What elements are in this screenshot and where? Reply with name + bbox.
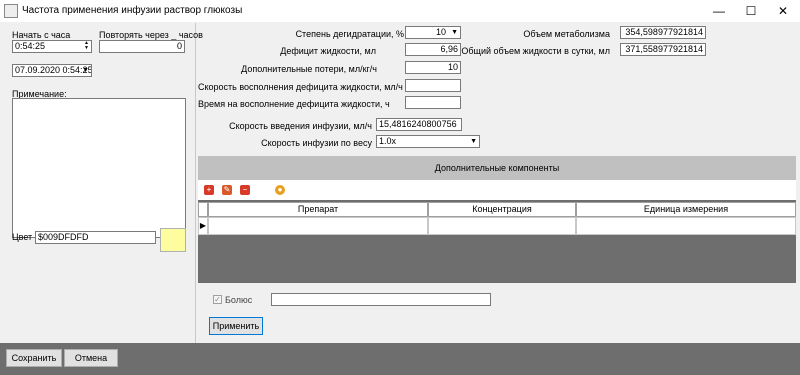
infusion-rate-label: Скорость введения инфузии, мл/ч <box>229 121 372 131</box>
repeat-hours-input[interactable]: 0 <box>99 40 185 53</box>
components-grid: Препарат Концентрация Единица измерения … <box>198 200 796 283</box>
deficit-rate-label: Скорость восполнения дефицита жидкости, … <box>198 82 403 92</box>
grid-cell-concentration[interactable] <box>428 217 576 235</box>
close-button[interactable]: ✕ <box>767 0 799 22</box>
window-title: Частота применения инфузии раствор глюко… <box>22 5 243 16</box>
dehydration-value: 10 <box>435 27 446 37</box>
minimize-button[interactable]: — <box>703 0 735 22</box>
fluid-deficit-field[interactable]: 6,96 <box>405 43 461 56</box>
bottom-bar: Сохранить Отмена <box>0 343 800 375</box>
refresh-icon[interactable]: ● <box>275 185 285 195</box>
edit-icon[interactable]: ✎ <box>222 185 232 195</box>
column-header-unit[interactable]: Единица измерения <box>576 202 796 217</box>
color-input[interactable]: $009DFDFD <box>35 231 156 244</box>
apply-button[interactable]: Применить <box>209 317 263 335</box>
extra-losses-label: Дополнительные потери, мл/кг/ч <box>241 64 377 74</box>
repeat-hours-label: Повторять через _ часов <box>99 30 203 40</box>
column-header-concentration[interactable]: Концентрация <box>428 202 576 217</box>
dehydration-label: Степень дегидратации, % <box>295 29 404 39</box>
column-header-drug[interactable]: Препарат <box>208 202 428 217</box>
infusion-rate-field[interactable]: 15,4816240800756 <box>376 118 462 131</box>
weight-rate-value: 1.0x <box>379 136 397 146</box>
add-icon[interactable]: + <box>204 185 214 195</box>
metabolism-label: Объем метаболизма <box>523 29 610 39</box>
start-hour-input[interactable]: 0:54:25 ▲ ▼ <box>12 40 92 53</box>
fluid-deficit-label: Дефицит жидкости, мл <box>280 46 376 56</box>
bolus-checkbox[interactable]: ✓ <box>213 295 222 304</box>
deficit-time-label: Время на восполнение дефицита жидкости, … <box>198 99 390 109</box>
right-panel: Степень дегидратации, % 10 ▼ Объем метаб… <box>198 23 796 343</box>
grid-corner-header <box>198 202 208 217</box>
extra-losses-field[interactable]: 10 <box>405 61 461 74</box>
deficit-rate-field[interactable] <box>405 79 461 92</box>
chevron-down-icon: ▼ <box>470 138 477 145</box>
deficit-time-field[interactable] <box>405 96 461 109</box>
total-volume-field: 371,558977921814 <box>620 43 706 56</box>
title-bar: Частота применения инфузии раствор глюко… <box>0 0 800 22</box>
weight-rate-label: Скорость инфузии по весу <box>261 138 372 148</box>
datetime-value: 07.09.2020 0:54:25 <box>15 65 92 75</box>
start-hour-label: Начать с часа <box>12 30 71 40</box>
bolus-label: Болюс <box>225 295 253 305</box>
color-swatch[interactable] <box>160 228 186 252</box>
maximize-button[interactable]: ☐ <box>735 0 767 22</box>
components-header: Дополнительные компоненты <box>198 156 796 180</box>
grid-cell-unit[interactable] <box>576 217 796 235</box>
weight-rate-select[interactable]: 1.0x ▼ <box>376 135 480 148</box>
datetime-picker[interactable]: 07.09.2020 0:54:25 ▼ <box>12 64 92 77</box>
dehydration-select[interactable]: 10 ▼ <box>405 26 461 39</box>
spin-arrows-icon[interactable]: ▲ ▼ <box>82 41 91 52</box>
note-textarea[interactable] <box>12 98 186 238</box>
app-icon <box>4 4 18 18</box>
color-label: Цвет <box>12 232 33 242</box>
left-panel: Начать с часа 0:54:25 ▲ ▼ Повторять через… <box>0 23 203 343</box>
row-indicator-icon: ▶ <box>198 217 208 235</box>
start-hour-value: 0:54:25 <box>15 41 46 51</box>
metabolism-field: 354,598977921814 <box>620 26 706 39</box>
grid-cell-drug[interactable] <box>208 217 428 235</box>
cancel-button[interactable]: Отмена <box>64 349 118 367</box>
components-toolbar: + ✎ − ● <box>198 180 796 200</box>
bolus-input[interactable] <box>271 293 491 306</box>
delete-icon[interactable]: − <box>240 185 250 195</box>
chevron-down-icon: ▼ <box>82 67 89 74</box>
chevron-down-icon: ▼ <box>451 29 458 36</box>
total-volume-label: Общий объем жидкости в сутки, мл <box>461 46 610 56</box>
save-button[interactable]: Сохранить <box>6 349 62 367</box>
